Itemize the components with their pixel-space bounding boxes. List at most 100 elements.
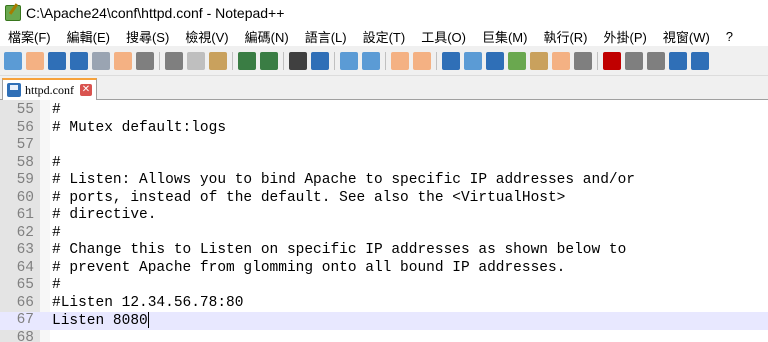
line-text: # directive. xyxy=(52,207,157,223)
menu-item-10[interactable]: 外掛(P) xyxy=(596,27,655,46)
editor-line[interactable]: 60 # ports, instead of the default. See a… xyxy=(0,190,768,208)
menu-item-12[interactable]: ? xyxy=(718,29,741,44)
undo-icon[interactable] xyxy=(238,51,256,70)
line-number: 55 xyxy=(16,102,34,118)
paste-icon[interactable] xyxy=(209,51,227,70)
line-number: 59 xyxy=(16,172,34,188)
line-text: # Change this to Listen on specific IP a… xyxy=(52,242,627,258)
menu-item-3[interactable]: 檢視(V) xyxy=(177,27,236,46)
line-number: 68 xyxy=(16,329,34,342)
indent-guide-icon[interactable] xyxy=(486,51,504,70)
editor-line[interactable]: 58 # xyxy=(0,155,768,173)
run-macro-multiple-icon[interactable] xyxy=(669,51,687,70)
toolbar-separator xyxy=(334,51,335,70)
line-number: 61 xyxy=(16,207,34,223)
save-icon[interactable] xyxy=(48,51,66,70)
line-text: # Listen: Allows you to bind Apache to s… xyxy=(52,172,635,188)
notepad-plus-plus-icon xyxy=(5,5,21,21)
line-number: 64 xyxy=(16,259,34,276)
menu-item-7[interactable]: 工具(O) xyxy=(413,27,474,46)
document-map-icon[interactable] xyxy=(508,51,526,70)
sync-vertical-icon[interactable] xyxy=(391,51,409,70)
sync-horizontal-icon[interactable] xyxy=(413,51,431,70)
line-text: # xyxy=(52,154,61,171)
editor-line[interactable]: 63 # Change this to Listen on specific IP… xyxy=(0,242,768,260)
line-number: 66 xyxy=(16,294,34,311)
menu-bar: 檔案(F) 編輯(E) 搜尋(S) 檢視(V) 編碼(N) 語言(L) 設定(T) 工具(O)… xyxy=(0,26,768,46)
editor-line[interactable]: 65 # xyxy=(0,277,768,295)
zoom-out-icon[interactable] xyxy=(362,51,380,70)
editor-line[interactable]: 55 # xyxy=(0,102,768,120)
function-list-icon[interactable] xyxy=(530,51,548,70)
toolbar-separator xyxy=(385,51,386,70)
editor-line[interactable]: 57 xyxy=(0,137,768,155)
menu-item-2[interactable]: 搜尋(S) xyxy=(118,27,177,46)
line-number: 58 xyxy=(16,154,34,171)
toolbar-separator xyxy=(232,51,233,70)
toolbar xyxy=(0,46,768,76)
zoom-in-icon[interactable] xyxy=(340,51,358,70)
line-text: #Listen 12.34.56.78:80 xyxy=(52,294,244,311)
monitoring-icon[interactable] xyxy=(574,51,592,70)
stop-record-icon[interactable] xyxy=(625,51,643,70)
editor-line[interactable]: 61 # directive. xyxy=(0,207,768,225)
editor-line[interactable]: 56 # Mutex default:logs xyxy=(0,120,768,138)
tab-label: httpd.conf xyxy=(25,82,74,97)
toolbar-separator xyxy=(159,51,160,70)
line-number: 62 xyxy=(16,224,34,241)
saved-file-icon xyxy=(7,83,21,97)
close-icon[interactable] xyxy=(92,51,110,70)
line-number: 63 xyxy=(16,242,34,258)
record-macro-icon[interactable] xyxy=(603,51,621,70)
close-all-icon[interactable] xyxy=(114,51,132,70)
menu-item-6[interactable]: 設定(T) xyxy=(355,27,414,46)
replace-icon[interactable] xyxy=(311,51,329,70)
editor-line[interactable]: 59 # Listen: Allows you to bind Apache to… xyxy=(0,172,768,190)
editor-line[interactable]: 68 xyxy=(0,330,768,342)
print-icon[interactable] xyxy=(136,51,154,70)
line-number: 65 xyxy=(16,277,34,293)
save-all-icon[interactable] xyxy=(70,51,88,70)
line-text: # xyxy=(52,102,61,118)
menu-item-11[interactable]: 視窗(W) xyxy=(655,27,718,46)
tab-bar: httpd.conf ✕ xyxy=(0,76,768,100)
redo-icon[interactable] xyxy=(260,51,278,70)
line-text: # xyxy=(52,224,61,241)
save-macro-icon[interactable] xyxy=(691,51,709,70)
line-text: # xyxy=(52,277,61,293)
new-file-icon[interactable] xyxy=(4,51,22,70)
toolbar-separator xyxy=(436,51,437,70)
playback-macro-icon[interactable] xyxy=(647,51,665,70)
folder-workspace-icon[interactable] xyxy=(552,51,570,70)
line-text: # prevent Apache from glomming onto all … xyxy=(52,259,566,276)
menu-item-1[interactable]: 編輯(E) xyxy=(59,27,118,46)
line-text: # ports, instead of the default. See als… xyxy=(52,189,566,206)
tab-close-icon[interactable]: ✕ xyxy=(80,84,92,96)
menu-item-8[interactable]: 巨集(M) xyxy=(474,27,536,46)
tab-httpd-conf[interactable]: httpd.conf ✕ xyxy=(2,78,97,100)
editor-line[interactable]: 62 # xyxy=(0,225,768,243)
cut-icon[interactable] xyxy=(165,51,183,70)
menu-item-0[interactable]: 檔案(F) xyxy=(0,27,59,46)
editor-area[interactable]: 55 #56 # Mutex default:logs 57 58 #59 # Listen… xyxy=(0,100,768,342)
window-title: C:\Apache24\conf\httpd.conf - Notepad++ xyxy=(26,5,285,21)
editor-line[interactable]: 64 # prevent Apache from glomming onto al… xyxy=(0,260,768,278)
title-bar: C:\Apache24\conf\httpd.conf - Notepad++ xyxy=(0,0,768,26)
line-number: 67 xyxy=(16,312,34,328)
line-number: 60 xyxy=(16,189,34,206)
text-caret xyxy=(147,312,149,328)
toolbar-separator xyxy=(283,51,284,70)
menu-item-5[interactable]: 語言(L) xyxy=(297,27,355,46)
find-icon[interactable] xyxy=(289,51,307,70)
menu-item-9[interactable]: 執行(R) xyxy=(535,27,595,46)
editor-line[interactable]: 67 Listen 8080 xyxy=(0,312,768,330)
show-all-chars-icon[interactable] xyxy=(464,51,482,70)
word-wrap-icon[interactable] xyxy=(442,51,460,70)
open-file-icon[interactable] xyxy=(26,51,44,70)
toolbar-separator xyxy=(597,51,598,70)
copy-icon[interactable] xyxy=(187,51,205,70)
editor-line[interactable]: 66 #Listen 12.34.56.78:80 xyxy=(0,295,768,313)
menu-item-4[interactable]: 編碼(N) xyxy=(237,27,297,46)
line-text: # Mutex default:logs xyxy=(52,119,227,136)
line-text: Listen 8080 xyxy=(52,312,149,329)
